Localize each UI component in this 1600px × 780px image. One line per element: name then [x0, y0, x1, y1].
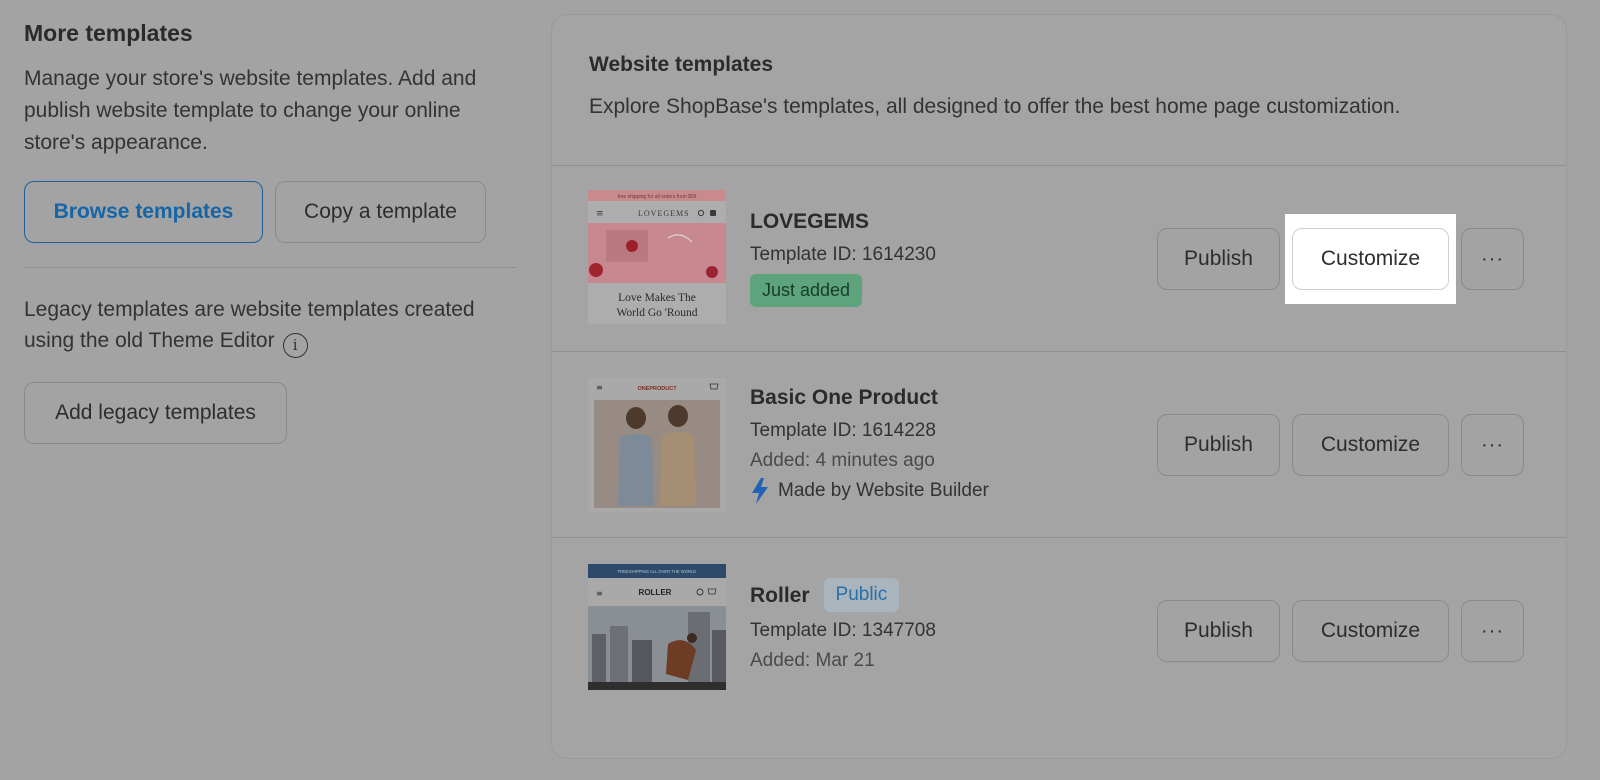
more-actions-button[interactable]: ··· [1461, 228, 1524, 290]
publish-button[interactable]: Publish [1157, 414, 1280, 476]
lovegems-thumbnail-image: free shipping for all orders from $99 ≡ … [588, 190, 726, 324]
svg-text:≡: ≡ [596, 383, 603, 392]
made-by-text: Made by Website Builder [778, 480, 989, 501]
more-actions-button[interactable]: ··· [1461, 600, 1524, 662]
template-name: Roller [750, 584, 810, 607]
thumb-tagline-2: World Go 'Round [616, 307, 697, 319]
thumb-brand-text: ROLLER [639, 588, 672, 597]
thumb-banner-text: FREESHIPPING ALL OVER THE WORLD [618, 569, 697, 574]
svg-text:≡: ≡ [596, 589, 603, 598]
template-row-roller: FREESHIPPING ALL OVER THE WORLD ≡ ROLLER… [552, 538, 1566, 738]
customize-button[interactable]: Customize [1292, 414, 1449, 476]
more-actions-button[interactable]: ··· [1461, 414, 1524, 476]
template-row-basic-one-product: ≡ ONEPRODUCT Basic One Product Template … [552, 352, 1566, 538]
section-title: More templates [24, 20, 193, 46]
public-badge: Public [823, 578, 900, 612]
customize-button[interactable]: Customize [1292, 228, 1449, 290]
template-name: LOVEGEMS [750, 210, 870, 233]
template-name-row: Roller Public [750, 578, 936, 612]
card-header: Website templates Explore ShopBase's tem… [552, 15, 1566, 166]
website-templates-card: Website templates Explore ShopBase's tem… [551, 14, 1567, 759]
added-time: Added: 4 minutes ago [750, 450, 935, 471]
thumb-banner-text: free shipping for all orders from $99 [618, 194, 697, 200]
template-info: Basic One Product Template ID: 1614228 A… [750, 386, 989, 504]
template-name: Basic One Product [750, 386, 938, 409]
row-actions: Publish Customize ··· [1157, 414, 1524, 476]
publish-button[interactable]: Publish [1157, 228, 1280, 290]
section-description: Manage your store's website templates. A… [24, 67, 477, 154]
just-added-badge: Just added [750, 274, 863, 307]
template-info: Roller Public Template ID: 1347708 Added:… [750, 578, 936, 672]
legacy-description: Legacy templates are website templates c… [24, 294, 516, 358]
card-title: Website templates [589, 53, 774, 76]
thumb-tagline-1: Love Makes The [618, 292, 696, 304]
thumb-brand-text: LOVEGEMS [638, 209, 690, 218]
svg-text:≡: ≡ [596, 209, 604, 219]
more-templates-section: More templates Manage your store's websi… [24, 20, 516, 444]
thumb-brand-text: ONEPRODUCT [637, 386, 677, 392]
customize-button[interactable]: Customize [1292, 600, 1449, 662]
browse-templates-button[interactable]: Browse templates [24, 181, 263, 243]
add-legacy-templates-button[interactable]: Add legacy templates [24, 382, 287, 444]
row-actions: Publish Customize ··· [1157, 214, 1524, 304]
added-time: Added: Mar 21 [750, 650, 875, 671]
info-icon[interactable]: i [282, 333, 308, 358]
legacy-text: Legacy templates are website templates c… [24, 298, 475, 352]
one-product-thumbnail-image: ≡ ONEPRODUCT [588, 378, 726, 512]
template-thumbnail: free shipping for all orders from $99 ≡ … [588, 190, 726, 324]
roller-thumbnail-image: FREESHIPPING ALL OVER THE WORLD ≡ ROLLER [588, 564, 726, 690]
customize-highlight: Customize [1285, 214, 1456, 304]
template-actions: Browse templates Copy a template [24, 181, 516, 243]
publish-button[interactable]: Publish [1157, 600, 1280, 662]
template-row-lovegems: free shipping for all orders from $99 ≡ … [552, 166, 1566, 352]
template-thumbnail: FREESHIPPING ALL OVER THE WORLD ≡ ROLLER [588, 564, 726, 690]
template-id: Template ID: 1614228 [750, 420, 936, 441]
lightning-bolt-icon [752, 478, 768, 504]
copy-template-button[interactable]: Copy a template [275, 181, 486, 243]
made-by-row: Made by Website Builder [750, 478, 989, 504]
card-subtitle: Explore ShopBase's templates, all design… [589, 95, 1401, 118]
row-actions: Publish Customize ··· [1157, 600, 1524, 662]
divider [24, 267, 516, 268]
template-id: Template ID: 1347708 [750, 620, 936, 641]
template-thumbnail: ≡ ONEPRODUCT [588, 378, 726, 512]
template-info: LOVEGEMS Template ID: 1614230 Just added [750, 210, 936, 307]
template-id: Template ID: 1614230 [750, 244, 936, 265]
